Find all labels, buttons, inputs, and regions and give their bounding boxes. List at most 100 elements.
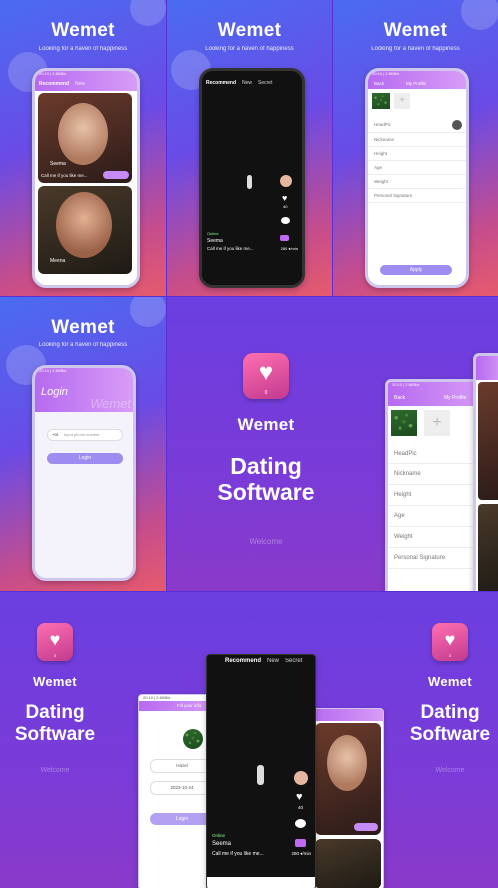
welcome-text: Welcome [40, 767, 70, 774]
video-caption: Call me if you like me... [207, 246, 254, 251]
row-height[interactable]: Height [368, 147, 466, 161]
phone-video: Recommend New Secret ♥ 40 Online Seema C… [206, 654, 316, 888]
country-code[interactable]: +91 [52, 432, 59, 437]
add-photo-button[interactable]: + [424, 410, 450, 436]
date-field[interactable]: 2023-10-24 [150, 781, 214, 795]
app-logo: ♥ 0 [432, 623, 468, 661]
row-weight[interactable]: Weight [368, 175, 466, 189]
promo-title-line1: Dating [230, 453, 302, 479]
feed-header: 20:10 | 2.6KB/s Recommend New [35, 71, 137, 91]
feed-card[interactable]: Seema Call me if you like me... [38, 93, 132, 183]
status-bar: 20:10 | 2.6KB/s [392, 382, 420, 387]
row-headpic[interactable]: HeadPic [368, 117, 466, 133]
tab-secret[interactable]: Secret [285, 658, 302, 664]
brand-title: Wemet [51, 20, 115, 41]
promo-title: Dating Software [197, 453, 335, 506]
video-call-icon[interactable] [280, 235, 289, 241]
status-bar: 20:10 | 2.6KB/s [39, 71, 67, 76]
row-nickname[interactable]: Nickname [388, 464, 484, 485]
heart-icon[interactable]: ♥ [296, 791, 303, 803]
phone-feed: 20:10 | 2.6KB/s Recommend New Seema Call… [32, 68, 140, 288]
row-label: Personal Signature [374, 193, 413, 198]
tab-new[interactable]: New [75, 81, 85, 87]
call-button[interactable] [354, 823, 378, 831]
welcome-text: Welcome [249, 537, 283, 546]
row-label: Age [374, 165, 383, 170]
row-label: HeadPic [374, 122, 392, 127]
page-title: Login [41, 386, 68, 398]
row-label: Weight [374, 179, 388, 184]
row-nickname[interactable]: Nickname [368, 133, 466, 147]
tab-recommend[interactable]: Recommend [225, 658, 261, 664]
welcome-text: Welcome [435, 767, 465, 774]
status-bar: 20:10 | 2.6KB/s [372, 71, 400, 76]
row-label: Height [394, 492, 412, 498]
tagline: Looking for a haven of happiness [205, 46, 294, 52]
profile-rows: HeadPic Nickname Height Age Weight Perso… [388, 444, 484, 569]
back-button[interactable]: Back [374, 81, 384, 86]
feed-header [313, 709, 383, 721]
status-bar: 20:10 | 2.6KB/s [39, 368, 67, 373]
row-age[interactable]: Age [368, 161, 466, 175]
feed-card[interactable] [478, 504, 498, 591]
tab-recommend[interactable]: Recommend [39, 81, 69, 87]
add-photo-button[interactable]: + [394, 93, 410, 109]
promo-title-line1: Dating [25, 702, 85, 723]
brand-title: Wemet [217, 20, 282, 41]
avatar[interactable] [294, 771, 308, 785]
feed-card[interactable] [315, 723, 381, 835]
row-label: Personal Signature [394, 555, 446, 561]
app-logo: ♥ 0 [243, 353, 289, 399]
login-button[interactable]: Login [150, 813, 214, 825]
name-field[interactable]: Hazel [150, 759, 214, 773]
tab-new[interactable]: New [242, 80, 252, 86]
phone-input[interactable]: +91 Input phone number [47, 429, 123, 441]
chat-icon[interactable] [281, 217, 290, 224]
row-headpic[interactable]: HeadPic [388, 444, 484, 464]
apply-button[interactable]: Apply [380, 265, 452, 275]
tagline: Looking for a haven of happiness [371, 46, 460, 52]
login-button[interactable]: Login [47, 453, 123, 464]
feed-card[interactable]: Meena [38, 186, 132, 274]
tab-new[interactable]: New [267, 658, 279, 664]
heart-icon[interactable]: ♥ [282, 193, 287, 203]
feed-card[interactable] [478, 382, 498, 500]
row-weight[interactable]: Weight [388, 527, 484, 548]
chat-icon[interactable] [295, 819, 306, 828]
bottom-nav [202, 275, 302, 285]
row-label: Nickname [374, 137, 395, 142]
avatar [452, 120, 462, 130]
feed-card[interactable] [315, 839, 381, 888]
row-age[interactable]: Age [388, 506, 484, 527]
promo-title-line1: Dating [420, 702, 480, 723]
video-call-icon[interactable] [295, 839, 306, 847]
panel-login: Wemet Looking for a haven of happiness 2… [0, 297, 166, 591]
page-title: My Profile [406, 81, 427, 86]
promo-title: Dating Software [8, 702, 102, 746]
row-height[interactable]: Height [388, 485, 484, 506]
video-name: Seema [207, 238, 223, 244]
profile-rows: HeadPic Nickname Height Age Weight Perso… [368, 117, 466, 203]
like-count: 40 [283, 204, 288, 209]
profile-photo[interactable] [372, 93, 390, 109]
row-signature[interactable]: Personal Signature [388, 548, 484, 569]
heart-icon: ♥ [49, 629, 61, 650]
tab-recommend[interactable]: Recommend [206, 80, 236, 86]
back-button[interactable]: Back [394, 395, 405, 401]
avatar[interactable] [183, 729, 203, 749]
tab-secret[interactable]: Secret [258, 80, 272, 86]
phone-profile: 20:10 | 2.6KB/s Back My Profile + HeadPi… [365, 68, 469, 288]
profile-header: 20:10 | 2.6KB/s Back My Profile [388, 382, 484, 406]
call-button[interactable] [103, 171, 129, 179]
page-title: My Profile [444, 395, 467, 401]
panel-bottom: ♥ 0 Wemet Dating Software Welcome ♥ 0 We… [0, 592, 498, 888]
panel-feed: Wemet Looking for a haven of happiness 2… [0, 0, 166, 296]
video-price: 280 ♦/min [280, 246, 298, 251]
row-signature[interactable]: Personal Signature [368, 189, 466, 203]
like-count: 40 [298, 805, 304, 810]
card-photo [58, 103, 108, 165]
avatar[interactable] [280, 175, 292, 187]
promo-title-line2: Software [14, 723, 96, 745]
profile-photo[interactable] [391, 410, 417, 436]
phone-feed-edge [473, 353, 498, 591]
